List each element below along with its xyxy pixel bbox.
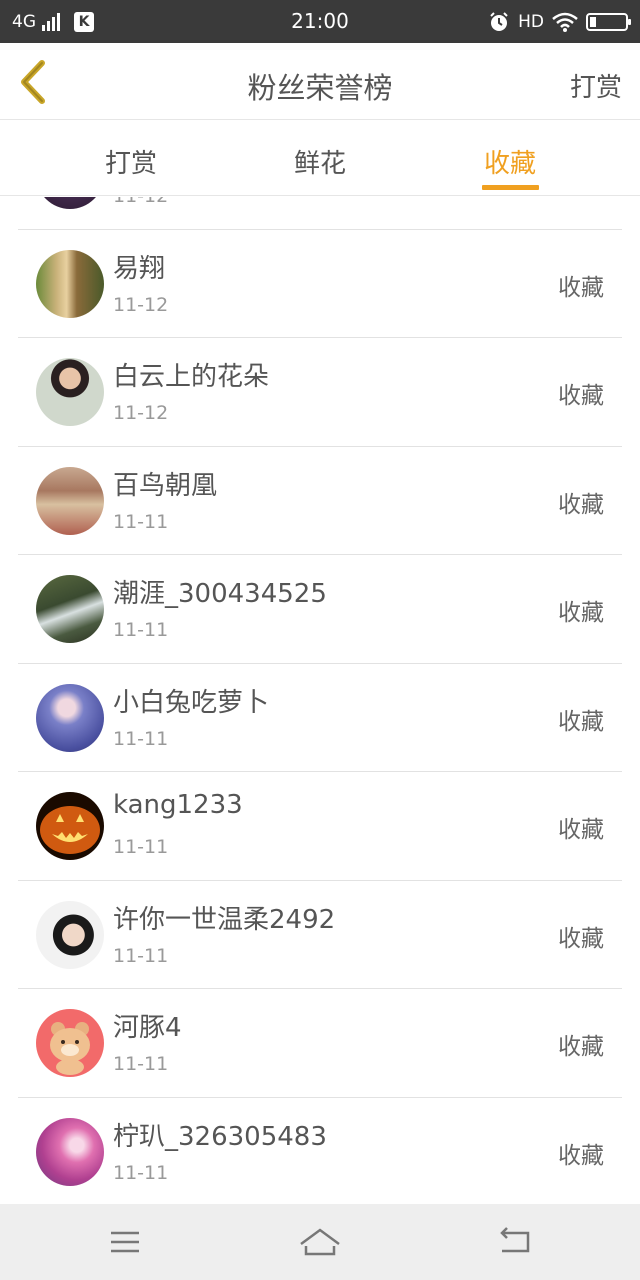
tab-reward[interactable]: 打赏 bbox=[76, 143, 186, 180]
tab-flowers[interactable]: 鲜花 bbox=[265, 143, 375, 180]
header: 粉丝荣誉榜 打赏 bbox=[0, 43, 640, 120]
user-name: 许你一世温柔2492 bbox=[113, 904, 336, 935]
avatar bbox=[36, 197, 104, 209]
list-item-date: 11-11 bbox=[113, 944, 169, 967]
list-item-action: 收藏 bbox=[558, 600, 604, 626]
back-icon bbox=[500, 1227, 530, 1253]
avatar bbox=[36, 466, 104, 535]
wifi-icon bbox=[552, 12, 578, 32]
battery-icon bbox=[586, 13, 631, 31]
list-item-action: 收藏 bbox=[558, 274, 604, 301]
user-name: kang1233 bbox=[113, 790, 243, 820]
list-item-date: 11-11 bbox=[113, 1053, 169, 1075]
list-item[interactable]: 许你一世温柔2492 11-11 收藏 bbox=[0, 881, 640, 990]
avatar bbox=[36, 1117, 104, 1186]
menu-icon bbox=[111, 1231, 139, 1253]
home-icon bbox=[300, 1228, 340, 1256]
status-right: HD bbox=[488, 8, 631, 36]
home-button[interactable] bbox=[298, 1222, 342, 1262]
avatar bbox=[36, 1009, 104, 1077]
bear-icon bbox=[50, 1022, 90, 1075]
reward-button[interactable]: 打赏 bbox=[570, 67, 622, 104]
user-name: 易翔 bbox=[113, 253, 166, 284]
tab-bar: 打赏 鲜花 收藏 bbox=[0, 121, 640, 196]
list-item-date: 11-11 bbox=[113, 727, 169, 750]
status-bar: 4G K 21:00 HD bbox=[0, 0, 640, 43]
user-name: 潮涯_300434525 bbox=[113, 579, 327, 609]
page-title: 粉丝荣誉榜 bbox=[247, 71, 393, 105]
user-name: 百鸟朝凰 bbox=[113, 470, 218, 501]
list-item[interactable]: 11-12 bbox=[0, 197, 640, 230]
return-button[interactable] bbox=[496, 1222, 536, 1262]
list-item-action: 收藏 bbox=[558, 708, 604, 735]
avatar bbox=[36, 683, 104, 752]
list-item[interactable]: 易翔 11-12 收藏 bbox=[0, 230, 640, 339]
avatar bbox=[36, 575, 104, 643]
user-name: 柠玐_326305483 bbox=[113, 1121, 327, 1152]
user-name: 小白兔吃萝卜 bbox=[113, 687, 270, 718]
tab-favorites[interactable]: 收藏 bbox=[455, 143, 565, 180]
system-nav-bar bbox=[0, 1204, 640, 1280]
list-item[interactable]: 百鸟朝凰 11-11 收藏 bbox=[0, 447, 640, 556]
fan-list[interactable]: 11-12 易翔 11-12 收藏 白云上的花朵 11-12 收藏 百鸟朝凰 1… bbox=[0, 197, 640, 1203]
pumpkin-icon bbox=[40, 806, 100, 854]
list-item-action: 收藏 bbox=[558, 1034, 604, 1060]
list-item-action: 收藏 bbox=[558, 817, 604, 843]
list-item[interactable]: kang1233 11-11 收藏 bbox=[0, 772, 640, 881]
avatar bbox=[36, 792, 104, 860]
list-item[interactable]: 柠玐_326305483 11-11 收藏 bbox=[0, 1098, 640, 1204]
list-item[interactable]: 小白兔吃萝卜 11-11 收藏 bbox=[0, 664, 640, 773]
list-item-action: 收藏 bbox=[558, 1142, 604, 1169]
hd-label: HD bbox=[518, 12, 544, 32]
list-item-date: 11-11 bbox=[113, 1161, 169, 1184]
list-item-action: 收藏 bbox=[558, 491, 604, 518]
avatar bbox=[36, 358, 104, 426]
avatar bbox=[36, 249, 104, 318]
list-item-date: 11-12 bbox=[113, 197, 168, 207]
list-item-date: 11-11 bbox=[113, 836, 169, 858]
list-item[interactable]: 白云上的花朵 11-12 收藏 bbox=[0, 338, 640, 447]
list-item-action: 收藏 bbox=[558, 925, 604, 952]
active-tab-indicator bbox=[482, 185, 539, 190]
list-item[interactable]: 潮涯_300434525 11-11 收藏 bbox=[0, 555, 640, 664]
user-name: 白云上的花朵 bbox=[113, 362, 270, 392]
list-item-date: 11-12 bbox=[113, 293, 169, 316]
avatar bbox=[36, 900, 104, 969]
alarm-icon bbox=[490, 12, 508, 31]
menu-button[interactable] bbox=[105, 1222, 145, 1262]
list-item-date: 11-11 bbox=[113, 619, 169, 641]
list-item-action: 收藏 bbox=[558, 383, 604, 409]
list-item-date: 11-12 bbox=[113, 402, 169, 424]
user-name: 河豚4 bbox=[113, 1013, 182, 1043]
list-item[interactable]: 河豚4 11-11 收藏 bbox=[0, 989, 640, 1098]
list-item-date: 11-11 bbox=[113, 510, 169, 533]
